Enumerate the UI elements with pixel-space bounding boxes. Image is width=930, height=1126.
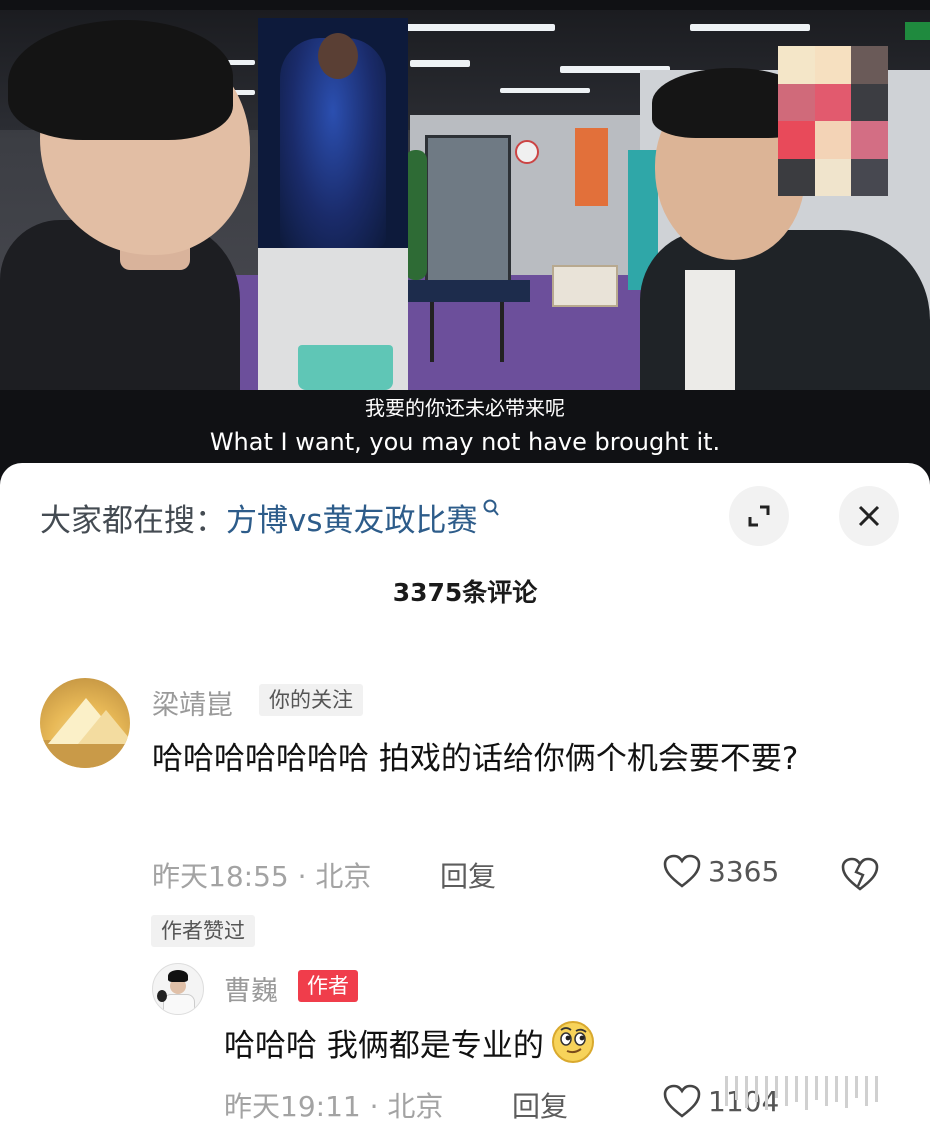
expand-button[interactable]	[729, 486, 789, 546]
video-frame	[0, 10, 930, 390]
subtitle-english: What I want, you may not have brought it…	[209, 428, 721, 456]
reply-button[interactable]: 回复	[512, 1085, 568, 1125]
wall-poster	[575, 128, 608, 206]
person-left	[0, 10, 260, 390]
comment-author[interactable]: 梁靖崑	[152, 683, 233, 722]
author-liked-badge: 作者赞过	[151, 915, 255, 947]
trending-search[interactable]: 大家都在搜： 方博vs黄友政比赛	[40, 495, 500, 539]
glass-door	[425, 135, 511, 286]
exit-sign	[905, 22, 930, 40]
ceiling-light	[405, 24, 555, 31]
video-player[interactable]: 我要的你还未必带来呢 What I want, you may not have…	[0, 0, 930, 485]
avatar-mountain	[78, 710, 130, 744]
table-leg	[500, 302, 504, 362]
comment-count: 3375条评论	[392, 578, 538, 607]
watermark-overlay	[705, 1076, 905, 1116]
shoe-shelf	[552, 265, 618, 307]
avatar-body	[163, 994, 195, 1014]
reply-text[interactable]: 哈哈哈 我俩都是专业的	[224, 1019, 596, 1065]
pixelated-overlay	[778, 46, 888, 196]
following-badge: 你的关注	[259, 684, 363, 716]
reply-text-content: 哈哈哈 我俩都是专业的	[224, 1027, 544, 1064]
person-left-hair	[8, 20, 233, 140]
potted-plant	[405, 150, 427, 280]
ceiling-light	[410, 60, 470, 67]
ceiling-light	[690, 24, 810, 31]
comment-time-location: 昨天18:55 · 北京	[152, 860, 372, 893]
avatar-mountain-base	[40, 740, 130, 768]
reply-author[interactable]: 曹巍	[224, 969, 278, 1008]
author-badge: 作者	[298, 970, 358, 1002]
reply-button[interactable]: 回复	[440, 855, 496, 895]
comments-panel: 大家都在搜： 方博vs黄友政比赛 3375条评论 梁靖崑 你的关注 哈哈哈哈哈哈…	[0, 463, 930, 1126]
display-screen	[258, 18, 408, 248]
avatar-hair	[168, 970, 188, 982]
person-right-jacket	[640, 230, 930, 390]
like-count: 3365	[708, 854, 780, 888]
expand-icon	[748, 505, 770, 527]
ping-pong-table	[405, 280, 530, 302]
like-button[interactable]: 3365	[662, 853, 779, 889]
smirk-emoji-icon	[551, 1021, 594, 1063]
person-right-shirt	[685, 270, 735, 390]
screen-player-head	[318, 33, 358, 79]
trending-search-prefix: 大家都在搜：	[40, 502, 226, 539]
ceiling-light	[500, 88, 590, 93]
search-icon[interactable]	[482, 498, 500, 520]
subtitle-chinese: 我要的你还未必带来呢	[365, 396, 565, 420]
avatar[interactable]	[40, 678, 130, 768]
subtitles: 我要的你还未必带来呢 What I want, you may not have…	[0, 392, 930, 460]
table-leg	[430, 302, 434, 362]
trending-search-term[interactable]: 方博vs黄友政比赛	[226, 495, 478, 540]
ball-basket	[298, 345, 393, 390]
close-icon	[858, 505, 880, 527]
heart-icon	[663, 1084, 701, 1118]
close-button[interactable]	[839, 486, 899, 546]
broken-heart-icon[interactable]	[840, 856, 880, 892]
comment-text[interactable]: 哈哈哈哈哈哈哈 拍戏的话给你俩个机会要不要?	[152, 731, 882, 787]
wall-clock	[515, 140, 539, 164]
heart-icon	[663, 854, 701, 888]
avatar[interactable]	[152, 963, 204, 1015]
paddle-icon	[157, 990, 167, 1002]
reply-time-location: 昨天19:11 · 北京	[224, 1090, 444, 1123]
